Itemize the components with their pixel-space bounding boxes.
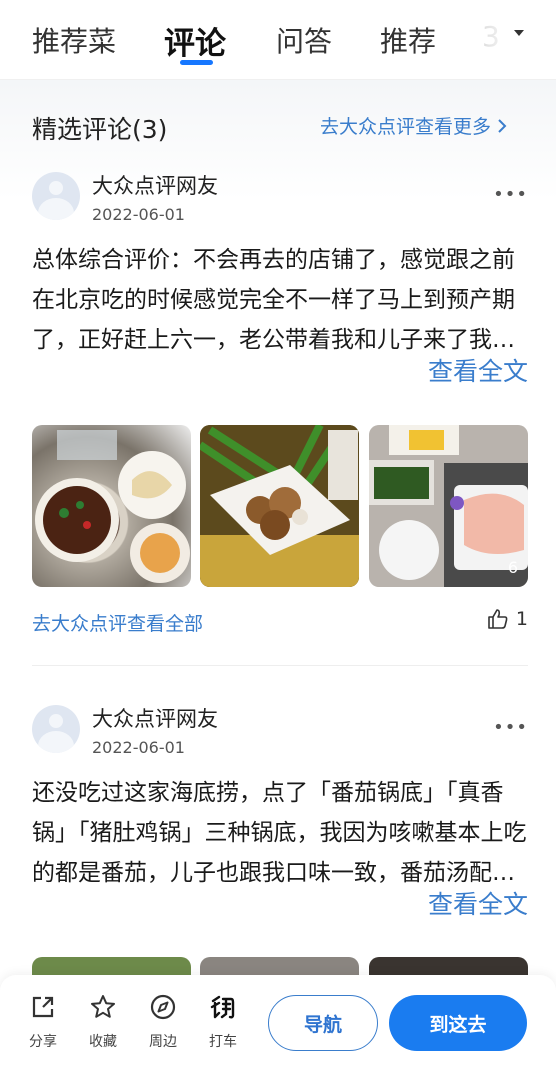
view-all-on-dianping-link[interactable]: 去大众点评查看全部 [32,609,203,636]
share-button[interactable]: 分享 [21,993,65,1051]
photo-count: 6 [507,558,518,577]
view-full-text-link[interactable]: 查看全文 [407,352,528,388]
reviewer-name: 大众点评网友 [92,174,218,198]
like-button[interactable]: 1 [486,607,528,631]
review-photo[interactable] [32,425,191,587]
more-reviews-label: 去大众点评查看更多 [320,116,492,138]
taxi-button[interactable]: 打车 [201,993,245,1051]
avatar [32,705,80,753]
like-count: 1 [515,608,528,630]
avatar [32,172,80,220]
taxi-label: 打车 [209,1034,237,1050]
reviewer-name: 大众点评网友 [92,707,218,731]
active-tab-indicator [180,60,213,65]
tab-recommended-dishes[interactable]: 推荐菜 [32,20,116,60]
navigate-button[interactable]: 导航 [268,995,378,1051]
more-options-icon[interactable]: ••• [493,717,528,738]
tab-recommend[interactable]: 推荐 [380,20,436,60]
section-title: 精选评论(3) [32,115,168,144]
tab-dropdown-icon[interactable] [512,26,526,40]
more-reviews-link[interactable]: 去大众点评查看更多 [320,112,507,139]
review-photo[interactable]: 6 [369,425,528,587]
thumbs-up-icon [488,609,508,629]
tab-reviews[interactable]: 评论 [164,18,226,63]
nearby-button[interactable]: 周边 [141,993,185,1051]
share-icon [32,996,54,1018]
view-full-text-link[interactable]: 查看全文 [407,885,528,921]
share-label: 分享 [29,1034,57,1050]
favorite-button[interactable]: 收藏 [81,993,125,1051]
more-options-icon[interactable]: ••• [493,184,528,205]
photo-food-drawing [200,425,359,587]
review-photos: 6 [32,425,528,587]
review-photo[interactable] [200,425,359,587]
tab-bar: 推荐菜 评论 问答 推荐 3 [0,0,556,80]
divider [32,665,528,666]
compass-icon [150,994,176,1020]
photo-food-drawing [35,430,190,583]
star-icon [91,995,115,1018]
go-here-button[interactable]: 到这去 [389,995,527,1051]
bottom-action-bar: 分享 收藏 周边 打车 导航 到这去 [0,975,556,1075]
review-date: 2022-06-01 [92,205,185,224]
review-date: 2022-06-01 [92,738,185,757]
taxi-icon [210,995,235,1019]
tab-qa[interactable]: 问答 [276,20,332,60]
nearby-label: 周边 [149,1034,177,1050]
chevron-right-icon [498,119,507,133]
favorite-label: 收藏 [89,1034,117,1050]
photo-food-drawing [369,425,528,587]
